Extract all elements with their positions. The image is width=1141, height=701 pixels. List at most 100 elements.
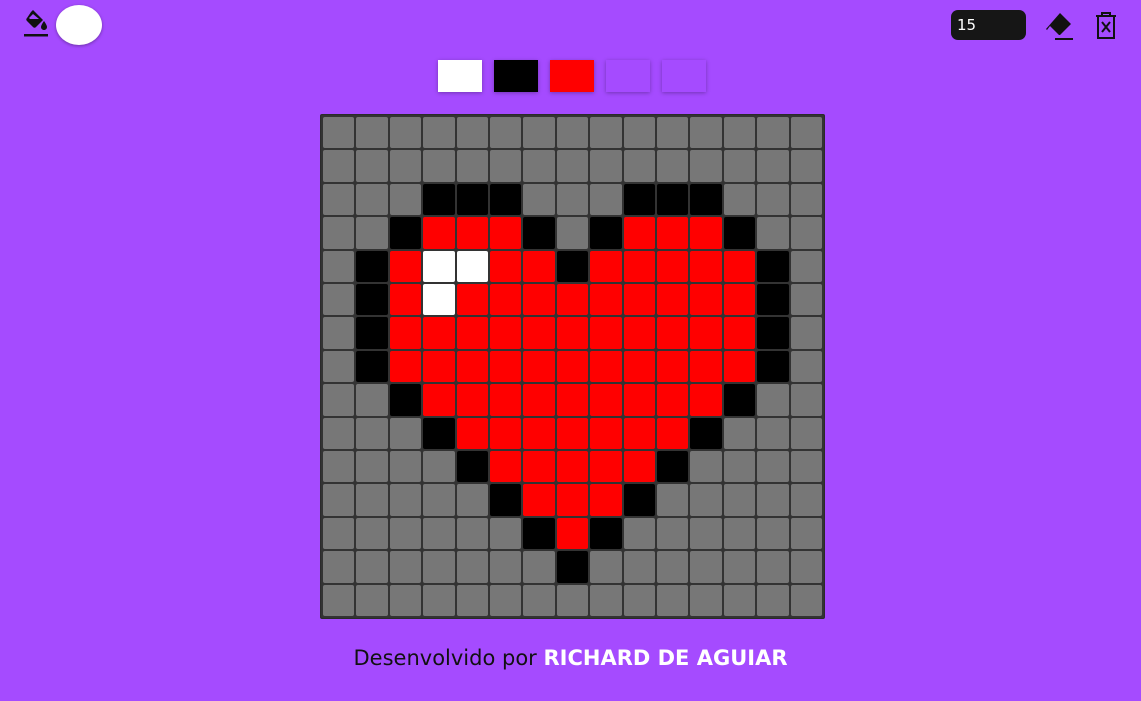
pixel-size-input[interactable] <box>951 10 1026 40</box>
pixel-cell[interactable] <box>623 250 655 282</box>
pixel-cell[interactable] <box>623 317 655 349</box>
pixel-cell[interactable] <box>723 417 756 449</box>
pixel-cell[interactable] <box>656 183 689 216</box>
pixel-cell[interactable] <box>389 150 422 182</box>
pixel-cell[interactable] <box>423 350 455 383</box>
pixel-cell[interactable] <box>389 584 422 616</box>
pixel-cell[interactable] <box>323 384 355 416</box>
pixel-cell[interactable] <box>323 484 355 516</box>
pixel-cell[interactable] <box>656 517 689 550</box>
pixel-cell[interactable] <box>489 484 522 516</box>
pixel-cell[interactable] <box>623 217 655 249</box>
pixel-cell[interactable] <box>590 250 622 282</box>
pixel-cell[interactable] <box>456 484 488 516</box>
pixel-cell[interactable] <box>556 551 589 583</box>
pixel-cell[interactable] <box>690 317 722 349</box>
pixel-cell[interactable] <box>556 417 589 449</box>
pixel-cell[interactable] <box>489 551 522 583</box>
pixel-cell[interactable] <box>757 283 789 316</box>
pixel-cell[interactable] <box>456 150 488 182</box>
pixel-cell[interactable] <box>356 450 388 483</box>
pixel-cell[interactable] <box>489 517 522 550</box>
pixel-cell[interactable] <box>790 317 822 349</box>
pixel-cell[interactable] <box>590 384 622 416</box>
pixel-cell[interactable] <box>456 450 488 483</box>
pixel-cell[interactable] <box>690 283 722 316</box>
pixel-cell[interactable] <box>723 317 756 349</box>
pixel-cell[interactable] <box>656 117 689 149</box>
pixel-cell[interactable] <box>590 150 622 182</box>
pixel-cell[interactable] <box>523 283 555 316</box>
pixel-cell[interactable] <box>757 384 789 416</box>
pixel-cell[interactable] <box>656 217 689 249</box>
pixel-cell[interactable] <box>523 317 555 349</box>
pixel-cell[interactable] <box>356 183 388 216</box>
pixel-cell[interactable] <box>556 217 589 249</box>
pixel-cell[interactable] <box>389 551 422 583</box>
pixel-cell[interactable] <box>556 384 589 416</box>
pixel-cell[interactable] <box>456 217 488 249</box>
pixel-cell[interactable] <box>489 450 522 483</box>
pixel-cell[interactable] <box>323 517 355 550</box>
pixel-cell[interactable] <box>423 250 455 282</box>
pixel-cell[interactable] <box>423 283 455 316</box>
pixel-cell[interactable] <box>556 450 589 483</box>
pixel-cell[interactable] <box>623 551 655 583</box>
pixel-cell[interactable] <box>356 517 388 550</box>
pixel-cell[interactable] <box>323 150 355 182</box>
pixel-cell[interactable] <box>489 317 522 349</box>
pixel-cell[interactable] <box>356 384 388 416</box>
pixel-cell[interactable] <box>790 117 822 149</box>
pixel-cell[interactable] <box>590 217 622 249</box>
pixel-cell[interactable] <box>456 517 488 550</box>
pixel-cell[interactable] <box>590 484 622 516</box>
pixel-cell[interactable] <box>323 117 355 149</box>
pixel-cell[interactable] <box>456 584 488 616</box>
pixel-cell[interactable] <box>456 350 488 383</box>
pixel-cell[interactable] <box>523 517 555 550</box>
pixel-cell[interactable] <box>523 484 555 516</box>
pixel-cell[interactable] <box>556 350 589 383</box>
pixel-cell[interactable] <box>757 150 789 182</box>
pixel-cell[interactable] <box>356 250 388 282</box>
pixel-cell[interactable] <box>556 150 589 182</box>
pixel-cell[interactable] <box>523 183 555 216</box>
pixel-cell[interactable] <box>623 417 655 449</box>
pixel-cell[interactable] <box>423 517 455 550</box>
pixel-cell[interactable] <box>356 350 388 383</box>
pixel-cell[interactable] <box>723 384 756 416</box>
pixel-cell[interactable] <box>623 484 655 516</box>
pixel-cell[interactable] <box>656 317 689 349</box>
pixel-cell[interactable] <box>623 584 655 616</box>
pixel-cell[interactable] <box>523 350 555 383</box>
pixel-cell[interactable] <box>356 283 388 316</box>
pixel-cell[interactable] <box>757 250 789 282</box>
pixel-cell[interactable] <box>556 317 589 349</box>
pixel-cell[interactable] <box>590 317 622 349</box>
pixel-cell[interactable] <box>590 417 622 449</box>
pixel-cell[interactable] <box>790 584 822 616</box>
pixel-cell[interactable] <box>389 450 422 483</box>
pixel-cell[interactable] <box>790 450 822 483</box>
pixel-cell[interactable] <box>423 450 455 483</box>
pixel-cell[interactable] <box>757 117 789 149</box>
pixel-cell[interactable] <box>456 384 488 416</box>
pixel-cell[interactable] <box>757 183 789 216</box>
trash-x-icon[interactable] <box>1092 10 1120 42</box>
pixel-cell[interactable] <box>423 417 455 449</box>
pixel-cell[interactable] <box>423 183 455 216</box>
pixel-cell[interactable] <box>623 517 655 550</box>
pixel-cell[interactable] <box>656 250 689 282</box>
pixel-cell[interactable] <box>790 217 822 249</box>
pixel-cell[interactable] <box>423 584 455 616</box>
pixel-cell[interactable] <box>389 250 422 282</box>
pixel-cell[interactable] <box>757 417 789 449</box>
current-color-indicator[interactable] <box>56 5 102 45</box>
pixel-cell[interactable] <box>489 584 522 616</box>
pixel-cell[interactable] <box>723 484 756 516</box>
pixel-cell[interactable] <box>389 217 422 249</box>
pixel-cell[interactable] <box>656 551 689 583</box>
pixel-cell[interactable] <box>389 283 422 316</box>
pixel-cell[interactable] <box>656 450 689 483</box>
pixel-cell[interactable] <box>356 484 388 516</box>
